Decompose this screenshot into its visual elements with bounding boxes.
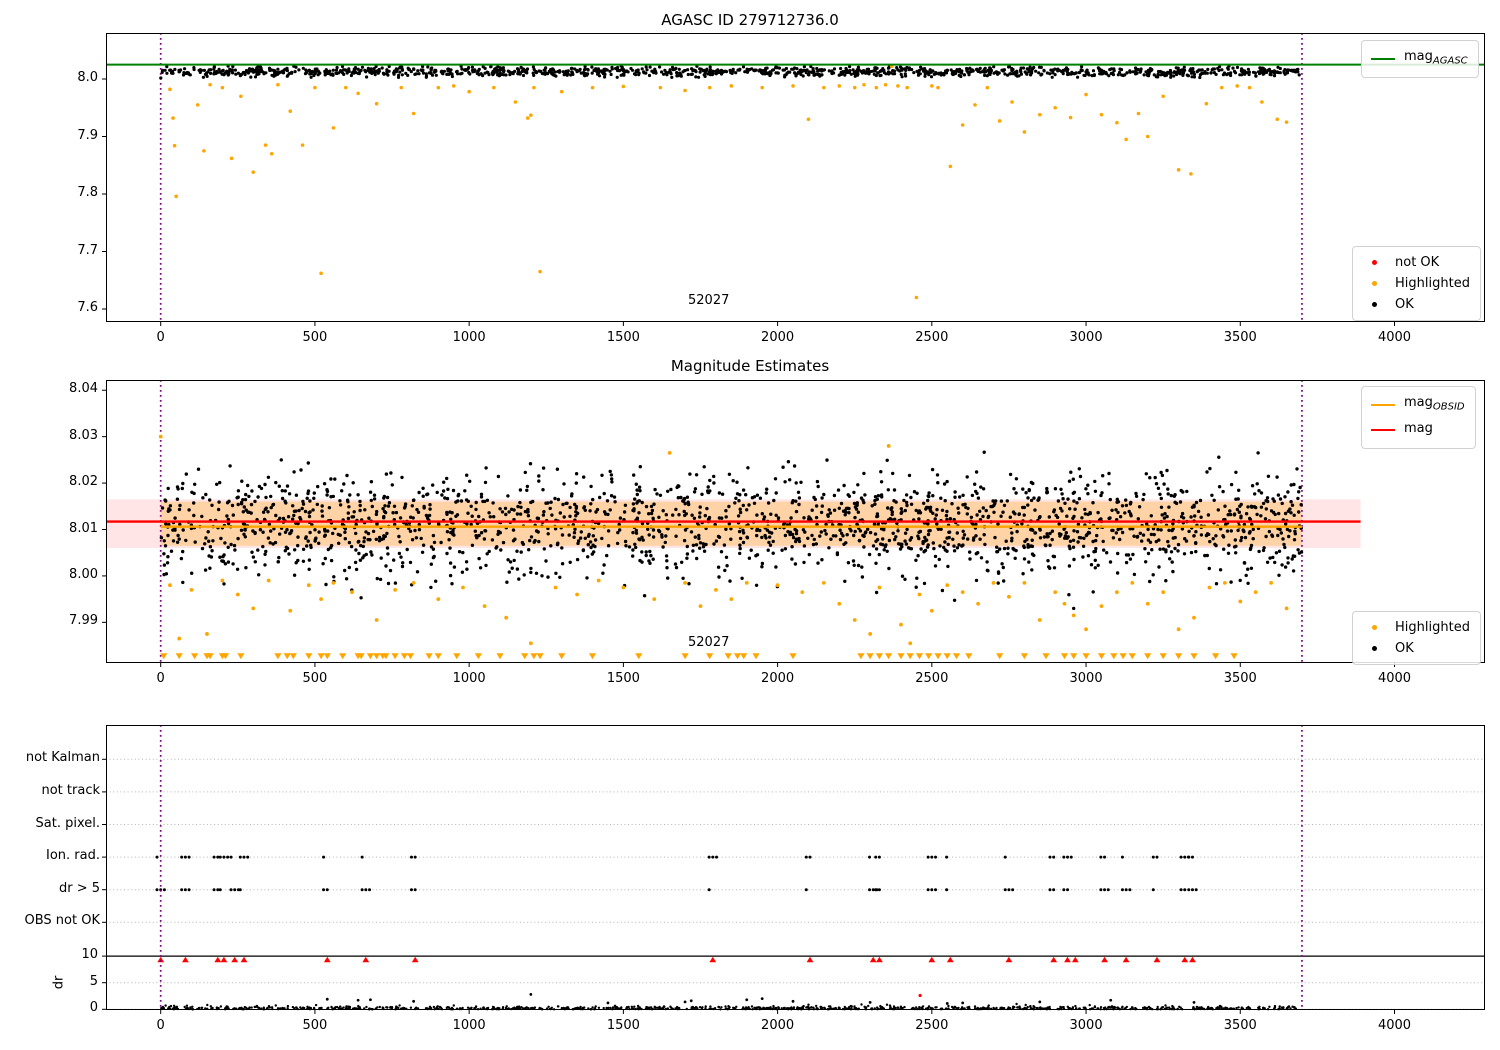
orange-dot-swatch [1361, 281, 1387, 286]
y-tick-label: 7.8 [77, 185, 98, 200]
x-tick-label: 1500 [606, 1018, 640, 1033]
x-tick-label: 0 [156, 671, 165, 686]
category-tick-label: OBS not OK [24, 913, 101, 929]
black-dot-swatch [1361, 646, 1387, 651]
x-tick-label: 2000 [761, 671, 795, 686]
legend-label: magAGASC [1404, 49, 1468, 67]
legend-label: OK [1395, 297, 1414, 312]
legend-point-classes-top: not OK Highlighted OK [1352, 246, 1481, 321]
x-tick-label: 2000 [761, 1018, 795, 1033]
x-tick-label: 1000 [452, 330, 486, 345]
top-plot-title: AGASC ID 279712736.0 [661, 11, 839, 29]
legend-entry: Highlighted [1361, 273, 1470, 294]
legend-entry: magAGASC [1370, 46, 1468, 72]
black-dot-swatch [1361, 302, 1387, 307]
plot-flags-and-dr [102, 725, 1485, 1014]
orange-dot-swatch [1361, 625, 1387, 630]
x-tick-label: 0 [156, 1018, 165, 1033]
x-tick-label: 3000 [1069, 330, 1103, 345]
x-tick-label: 2500 [915, 330, 949, 345]
y-tick-label: 7.6 [77, 300, 98, 315]
x-tick-label: 1000 [452, 671, 486, 686]
x-tick-label: 4000 [1377, 1018, 1412, 1033]
legend-label: mag [1404, 420, 1433, 436]
x-tick-label: 1000 [452, 1018, 486, 1033]
legend-label: not OK [1395, 255, 1440, 270]
obsid-annotation-middle: 52027 [688, 635, 730, 650]
legend-entry: OK [1361, 638, 1470, 659]
x-tick-label: 3000 [1069, 671, 1103, 686]
x-tick-label: 2500 [915, 671, 949, 686]
x-tick-label: 3500 [1223, 1018, 1257, 1033]
legend-entry: magOBSID [1370, 392, 1465, 418]
x-tick-label: 3500 [1223, 671, 1257, 686]
legend-label: OK [1395, 641, 1414, 656]
figure-agasc-magnitude-review: AGASC ID 279712736.0 Magnitude Estimates… [0, 0, 1500, 1050]
red-line-swatch [1370, 429, 1396, 432]
red-dot-swatch [1361, 260, 1387, 265]
legend-entry: not OK [1361, 252, 1470, 273]
y-tick-label: 8.04 [69, 381, 98, 397]
dr-tick-label: 0 [89, 1000, 98, 1016]
category-tick-label: Sat. pixel. [35, 815, 100, 831]
legend-label: magOBSID [1404, 395, 1465, 413]
x-tick-label: 500 [302, 330, 328, 345]
legend-point-classes-middle: Highlighted OK [1352, 611, 1481, 665]
y-tick-label: 7.9 [77, 127, 98, 143]
legend-mag-lines: magOBSID mag [1361, 386, 1476, 450]
y-tick-label: 7.99 [69, 613, 98, 629]
x-tick-label: 1500 [606, 330, 640, 345]
green-line-swatch [1370, 57, 1396, 60]
x-tick-label: 2000 [761, 330, 795, 345]
legend-entry: Highlighted [1361, 617, 1470, 638]
category-tick-label: Ion. rad. [46, 848, 100, 864]
category-tick-label: dr > 5 [58, 880, 100, 896]
middle-plot-title: Magnitude Estimates [670, 357, 830, 375]
category-tick-label: not track [41, 782, 100, 798]
x-tick-label: 1500 [606, 671, 640, 686]
dr-tick-label: 5 [89, 973, 98, 989]
category-tick-label: not Kalman [25, 750, 100, 766]
legend-label: Highlighted [1395, 276, 1470, 291]
legend-label: Highlighted [1395, 620, 1470, 635]
legend-entry: mag [1370, 418, 1465, 444]
y-tick-label: 8.0 [77, 70, 98, 85]
y-tick-label: 8.02 [69, 474, 98, 490]
plot-magnitude-estimates [102, 380, 1485, 667]
x-tick-label: 500 [302, 1018, 328, 1033]
plot-mags-over-time [102, 33, 1485, 326]
obsid-annotation-top: 52027 [688, 293, 730, 308]
x-tick-label: 3500 [1223, 330, 1257, 345]
y-tick-label: 8.03 [69, 427, 98, 443]
x-tick-label: 0 [156, 330, 165, 345]
x-tick-label: 4000 [1377, 330, 1412, 345]
y-tick-label: 8.00 [69, 566, 98, 582]
x-tick-label: 2500 [915, 1018, 949, 1033]
x-tick-label: 4000 [1377, 671, 1412, 686]
orange-line-swatch [1370, 403, 1396, 406]
y-tick-label: 8.01 [69, 520, 98, 536]
dr-tick-label: 10 [81, 947, 98, 963]
y-tick-label: 7.7 [77, 242, 98, 258]
legend-mag-agasc: magAGASC [1361, 40, 1479, 78]
x-tick-label: 3000 [1069, 1018, 1103, 1033]
x-tick-label: 500 [302, 671, 328, 686]
legend-entry: OK [1361, 294, 1470, 315]
